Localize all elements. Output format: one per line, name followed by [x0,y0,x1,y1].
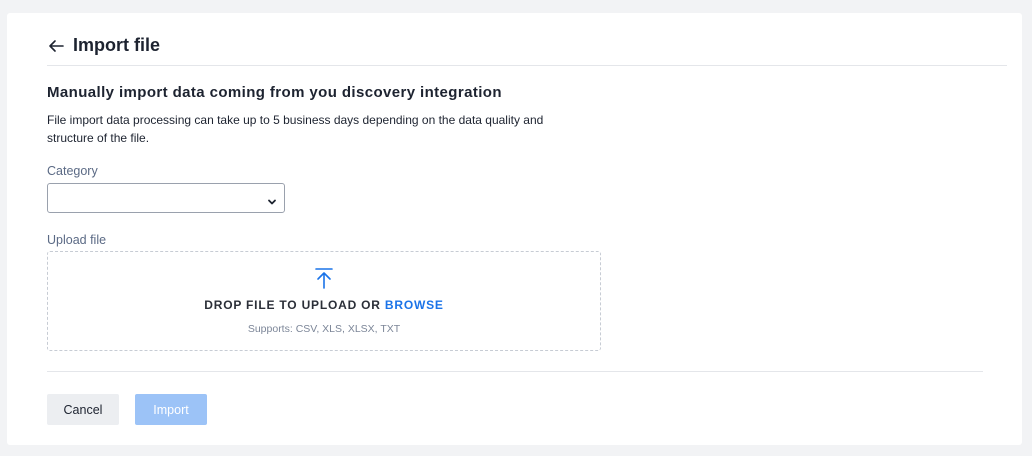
upload-file-label: Upload file [47,233,107,247]
category-select[interactable] [47,183,285,213]
header-divider [47,65,1007,66]
section-description: File import data processing can take up … [47,113,544,145]
supported-formats: Supports: CSV, XLS, XLSX, TXT [247,323,401,335]
drop-instructions: DROP FILE TO UPLOAD OR BROWSE [48,298,600,312]
category-label: Category [47,164,98,178]
cancel-button[interactable]: Cancel [47,394,119,425]
import-file-card: Import file Manually import data coming … [7,13,1022,445]
upload-arrow-icon [314,267,334,289]
browse-link[interactable]: BROWSE [385,298,444,312]
section-title: Manually import data coming from you dis… [47,84,502,101]
arrow-left-icon[interactable] [47,37,65,55]
file-dropzone[interactable]: DROP FILE TO UPLOAD OR BROWSE Supports: … [47,251,601,351]
footer-divider [47,371,983,372]
chevron-down-icon [267,194,277,205]
drop-text: DROP FILE TO UPLOAD OR [204,298,381,312]
page-title: Import file [73,35,161,55]
page-header: Import file [47,35,160,56]
import-button[interactable]: Import [135,394,207,425]
